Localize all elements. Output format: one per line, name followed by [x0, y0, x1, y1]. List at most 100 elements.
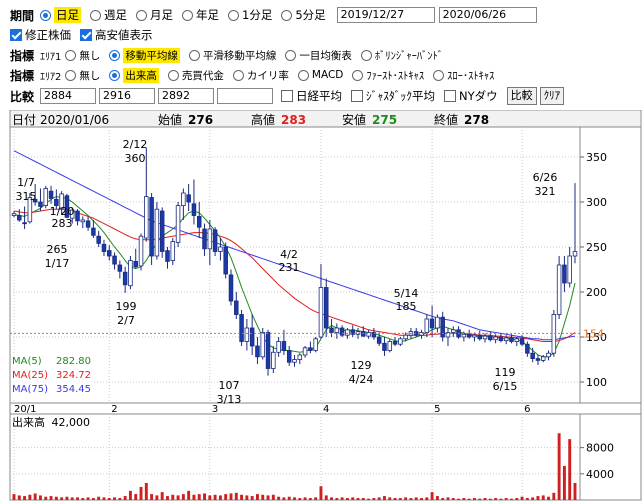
candle-body — [556, 264, 562, 315]
volume-bar — [240, 494, 244, 500]
period-option-0[interactable]: 日足 — [40, 7, 82, 23]
volume-bar — [203, 493, 206, 500]
period-option-label-1: 週足 — [104, 8, 128, 22]
volume-bar — [573, 482, 577, 500]
compare-index-option-1[interactable]: ｼﾞｬｽﾀﾞｯｸ平均 — [351, 88, 435, 104]
candle-body — [429, 318, 435, 329]
compare-code-2-input[interactable]: 2916 — [99, 88, 156, 104]
volume-bar — [65, 496, 69, 500]
display-checkbox-0[interactable] — [10, 29, 22, 41]
volume-bar — [160, 492, 164, 500]
volume-bar — [541, 495, 545, 500]
low-value: 275 — [372, 113, 397, 127]
indicator2-option-3[interactable]: カイリ率 — [232, 68, 289, 83]
compare-index-checkbox-1[interactable] — [351, 90, 364, 102]
indicator2-radio-4[interactable] — [297, 69, 309, 81]
annotation-line2-10: 6/15 — [493, 380, 518, 393]
indicator1-option-1[interactable]: 移動平均線 — [109, 47, 180, 63]
indicator2-radio-0[interactable] — [65, 69, 77, 81]
candle — [128, 256, 133, 290]
volume-bar — [303, 497, 307, 500]
display-option-1[interactable]: 高安値表示 — [80, 27, 153, 43]
candle — [324, 278, 329, 337]
volume-bar — [488, 498, 492, 500]
candle-body — [186, 194, 191, 203]
indicator2-radio-5[interactable] — [352, 69, 364, 81]
display-option-0[interactable]: 修正株価 — [10, 27, 71, 43]
indicator1-option-0[interactable]: 無し — [65, 48, 100, 63]
period-option-4[interactable]: 1分足 — [228, 7, 272, 23]
period-option-3[interactable]: 年足 — [182, 7, 219, 23]
volume-bar — [49, 496, 53, 500]
compare-code-3-input[interactable]: 2892 — [158, 88, 215, 104]
period-option-5[interactable]: 5分足 — [281, 7, 326, 23]
annotation-line2-1: 360 — [125, 152, 146, 165]
annotation-line1-10: 119 — [495, 366, 516, 379]
annotation-line2-3: 1/17 — [45, 257, 70, 270]
indicator2-option-1[interactable]: 出来高 — [109, 67, 159, 83]
indicator2-option-4[interactable]: MACD — [297, 69, 343, 81]
indicator2-option-2[interactable]: 売買代金 — [167, 68, 224, 83]
indicator1-radio-3[interactable] — [285, 49, 297, 61]
indicator1-radio-4[interactable] — [360, 49, 372, 61]
volume-bar — [462, 498, 466, 500]
period-radio-2[interactable] — [136, 9, 148, 21]
compare-index-checkbox-2[interactable] — [444, 90, 457, 102]
indicator1-radio-1[interactable] — [109, 49, 121, 61]
candle — [239, 310, 244, 346]
clear-button[interactable]: ｸﾘｱ — [539, 87, 565, 105]
candle — [43, 185, 49, 209]
volume-bar — [250, 496, 254, 500]
candle-body — [376, 336, 382, 344]
compare-code-4-input[interactable] — [217, 88, 274, 104]
candle-body — [292, 359, 297, 363]
indicator1-option-3[interactable]: 一目均衡表 — [285, 48, 352, 63]
candle-body — [477, 334, 482, 340]
x-axis-label-5: 6 — [524, 404, 530, 415]
indicator2-radio-6[interactable] — [433, 69, 445, 81]
indicator1-option-2[interactable]: 平滑移動平均線 — [188, 48, 276, 63]
compare-index-option-2[interactable]: NYダウ — [444, 88, 498, 104]
period-radio-1[interactable] — [90, 9, 102, 21]
compare-index-checkbox-0[interactable] — [281, 90, 294, 102]
compare-code-1-input[interactable]: 2884 — [40, 88, 97, 104]
candle-body — [244, 327, 250, 342]
indicator2-option-0[interactable]: 無し — [65, 68, 100, 83]
indicator2-radio-3[interactable] — [232, 69, 244, 81]
annotation-line1-6: 5/14 — [394, 287, 419, 300]
indicator1-radio-2[interactable] — [188, 49, 200, 61]
period-radio-0[interactable] — [40, 9, 52, 21]
indicator1-option-4[interactable]: ﾎﾞﾘﾝｼﾞｬｰﾊﾞﾝﾄﾞ — [360, 48, 443, 63]
display-checkbox-1[interactable] — [80, 29, 92, 41]
indicator2-radio-2[interactable] — [167, 69, 179, 81]
period-to-input[interactable]: 2020/06/26 — [438, 7, 537, 23]
volume-bar — [187, 490, 191, 500]
indicator2-radio-1[interactable] — [109, 69, 121, 81]
volume-bar — [308, 498, 312, 500]
indicator2-option-5[interactable]: ﾌｧｰｽﾄ･ｽﾄｷｬｽ — [352, 68, 424, 83]
indicator2-option-6[interactable]: ｽﾛｰ･ｽﾄｷｬｽ — [433, 68, 494, 83]
period-option-label-2: 月足 — [150, 8, 174, 22]
volume-bar — [409, 498, 413, 500]
period-from-input[interactable]: 2019/12/27 — [336, 7, 435, 23]
candle-body — [503, 337, 509, 341]
volume-bar — [483, 498, 487, 500]
volume-bar — [372, 498, 376, 500]
volume-bar — [351, 497, 355, 500]
period-option-2[interactable]: 月足 — [136, 7, 173, 23]
period-radio-3[interactable] — [182, 9, 194, 21]
volume-bar — [435, 496, 439, 500]
compare-index-option-0[interactable]: 日経平均 — [281, 88, 342, 104]
volume-bar — [91, 498, 95, 500]
volume-bar — [557, 433, 561, 500]
period-radio-5[interactable] — [281, 9, 293, 21]
compare-index-checks: 日経平均 ｼﾞｬｽﾀﾞｯｸ平均 NYダウ — [281, 88, 507, 104]
period-option-1[interactable]: 週足 — [90, 7, 127, 23]
indicator1-radio-0[interactable] — [65, 49, 77, 61]
volume-bar — [499, 498, 503, 500]
volume-bar — [441, 498, 445, 500]
compare-button[interactable]: 比較 — [506, 87, 537, 105]
price-tick-label-3: 250 — [586, 241, 607, 254]
period-radio-4[interactable] — [228, 9, 240, 21]
candle-body — [345, 329, 350, 336]
